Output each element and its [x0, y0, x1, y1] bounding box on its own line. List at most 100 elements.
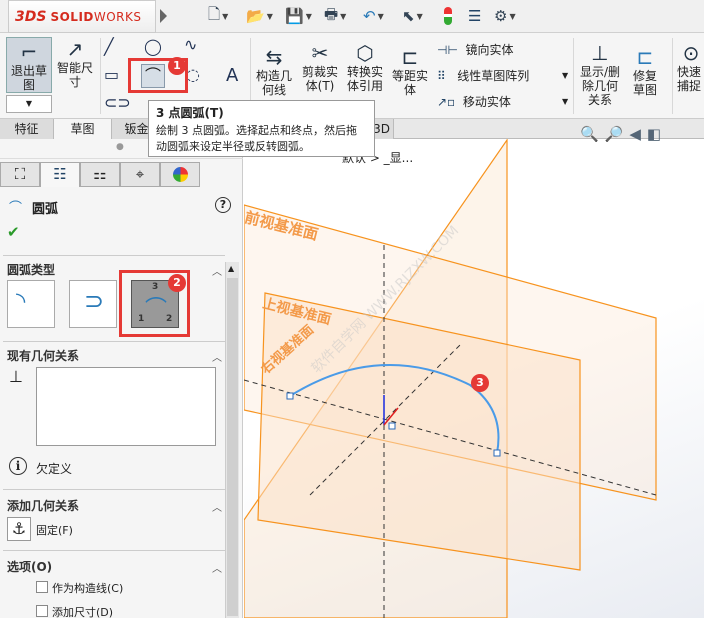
property-list-icon: ☷ [53, 165, 67, 183]
ok-checkmark-button[interactable]: ✔ [7, 223, 20, 241]
tangent-arc-button[interactable]: ⊃ [69, 280, 117, 328]
centerpoint-arc-button[interactable]: ◝ [7, 280, 55, 328]
step-badge-3: 3 [471, 374, 489, 392]
construction-option-label: 作为构造线(C) [52, 582, 124, 595]
property-manager-panel: ● ⛶ ☷ ⚏ ⌖ ⌒ 圆弧 ? ✔ 圆弧类型 ︿ ◝ ⊃ ⌒ 3 1 2 2 … [0, 139, 243, 619]
linear-pattern-button[interactable]: ⠿ 线性草图阵列 [437, 67, 529, 84]
tab-sketch[interactable]: 草图 [54, 119, 112, 139]
section-options[interactable]: 选项(O) [7, 558, 52, 575]
anchor-icon: ⚓ [11, 519, 27, 538]
file-properties-button[interactable]: ☰ [468, 6, 481, 26]
splitter-handle-icon[interactable]: ● [116, 142, 124, 152]
tab-feature-manager[interactable]: ⛶ [0, 162, 40, 187]
construction-checkbox[interactable] [36, 581, 48, 593]
linear-pattern-label: 线性草图阵列 [457, 69, 530, 83]
status-text: 欠定义 [36, 462, 73, 476]
chevron-down-icon[interactable]: ▼ [562, 71, 568, 80]
spline-tool-icon[interactable]: ∿ [184, 35, 197, 54]
new-icon: 🗋 [208, 4, 221, 23]
tab-configuration-manager[interactable]: ⚏ [80, 162, 120, 187]
chevron-down-icon: ▼ [25, 99, 33, 108]
mirror-entities-button[interactable]: ⊣⊢ 镜向实体 [437, 41, 514, 58]
exit-sketch-dropdown[interactable]: ▼ [6, 95, 52, 113]
smart-dimension-button[interactable]: ↗ 智能尺寸 [55, 37, 95, 89]
tooltip: 3 点圆弧(T) 绘制 3 点圆弧。选择起点和终点，然后拖动圆弧来设定半径或反转… [148, 100, 375, 157]
options-button[interactable]: ⚙ ▼ [494, 6, 516, 26]
panel-scrollbar[interactable]: ▲ [225, 262, 239, 618]
section-existing-relations[interactable]: 现有几何关系 [7, 347, 79, 364]
trim-label: 剪裁实体(T) [301, 65, 338, 93]
relation-eye-icon: ⊥ [591, 41, 609, 65]
scroll-up-icon[interactable]: ▲ [228, 264, 234, 273]
scissors-icon: ✂ [311, 41, 329, 65]
rebuild-button[interactable] [444, 6, 452, 26]
slot-tool-icon[interactable]: ⊂⊃ [104, 93, 131, 112]
show-relations-label: 显示/删除几何关系 [579, 65, 621, 107]
line-tool-icon[interactable]: ╱ [104, 37, 114, 56]
zoom-to-fit-icon[interactable]: 🔍 [580, 125, 605, 143]
chevron-down-icon[interactable]: ▼ [562, 97, 568, 106]
tab-display-manager[interactable] [160, 162, 200, 187]
section-view-icon[interactable]: ◧ [647, 125, 667, 143]
expand-menu-icon[interactable] [160, 9, 167, 23]
title-bar: 3DS SOLIDWORKS 🗋 ▼ 📂 ▼ 💾 ▼ 🖶 ▼ ↶ ▼ ⬉ ▼ ☰ ⚙ ▼ [0, 0, 704, 33]
relations-list[interactable] [36, 367, 216, 446]
print-icon: 🖶 [324, 4, 339, 23]
crosshair-icon: ⌖ [135, 165, 145, 183]
fix-relation-button[interactable]: ⚓ [7, 517, 31, 541]
repair-sketch-button[interactable]: ⊏ 修复草图 [628, 45, 662, 97]
collapse-icon[interactable]: ︿ [212, 560, 222, 575]
solidworks-logo[interactable]: 3DS SOLIDWORKS [8, 0, 156, 33]
move-entities-button[interactable]: ↗▫ 移动实体 [437, 93, 511, 110]
offset-entities-button[interactable]: ⊏ 等距实体 [390, 45, 430, 97]
select-button[interactable]: ⬉ ▼ [402, 6, 423, 26]
tab-property-manager[interactable]: ☷ [40, 162, 80, 187]
section-add-relations[interactable]: 添加几何关系 [7, 497, 79, 514]
trim-entities-button[interactable]: ✂ 剪裁实体(T) [300, 41, 340, 93]
mirror-label: 镜向实体 [465, 43, 514, 57]
text-tool-icon[interactable]: A [226, 65, 238, 86]
zoom-area-icon[interactable]: 🔎 [605, 125, 630, 143]
save-button[interactable]: 💾 ▼ [285, 6, 312, 26]
print-button[interactable]: 🖶 ▼ [324, 4, 347, 26]
help-button[interactable]: ? [215, 197, 231, 213]
collapse-icon[interactable]: ︿ [212, 263, 222, 278]
convert-entities-button[interactable]: ⬡ 转换实体引用 [345, 41, 385, 93]
polygon-tool-icon[interactable]: ◌ [186, 65, 200, 84]
gear-icon: ⚙ [494, 7, 508, 25]
scrollbar-thumb[interactable] [227, 278, 238, 616]
add-dimension-checkbox[interactable] [36, 605, 48, 617]
undo-button[interactable]: ↶ ▼ [363, 6, 384, 26]
snap-icon: ⊙ [682, 41, 700, 65]
rectangle-tool-icon[interactable]: ▭ [104, 65, 119, 84]
panel-title: 圆弧 [32, 202, 59, 217]
open-icon: 📂 [246, 7, 265, 25]
move-icon: ↗▫ [437, 95, 456, 109]
traffic-light-icon [444, 7, 452, 25]
previous-view-icon[interactable]: ◀ [629, 125, 647, 143]
chevron-down-icon: ▼ [222, 11, 229, 21]
logo-bold: SOLID [50, 9, 94, 24]
open-button[interactable]: 📂 ▼ [246, 6, 273, 26]
quick-snap-button[interactable]: ⊙ 快速捕捉 [676, 41, 704, 93]
mirror-icon: ⊣⊢ [437, 43, 458, 57]
tab-dimxpert[interactable]: ⌖ [120, 162, 160, 187]
logo-light: WORKS [93, 9, 142, 24]
step-badge-1: 1 [168, 57, 186, 75]
chevron-down-icon: ▼ [377, 11, 384, 21]
chevron-down-icon: ▼ [266, 11, 273, 21]
tab-features[interactable]: 特征 [0, 119, 54, 139]
construction-geometry-button[interactable]: ⇆ 构造几何线 [254, 45, 294, 97]
graphics-viewport[interactable]: 前视基准面 上视基准面 右视基准面 软件自学网 WWW.RJZXW.COM 默认… [243, 125, 704, 618]
move-label: 移动实体 [462, 95, 511, 109]
new-document-button[interactable]: 🗋 ▼ [208, 4, 229, 26]
collapse-icon[interactable]: ︿ [212, 349, 222, 364]
arc-icon: ⌒ [9, 201, 23, 216]
circle-tool-icon[interactable]: ◯ [144, 37, 162, 56]
smart-dimension-icon: ↗ [66, 37, 84, 61]
exit-sketch-button[interactable]: ⌐ 退出草图 [6, 37, 52, 93]
show-delete-relations-button[interactable]: ⊥ 显示/删除几何关系 [578, 41, 622, 107]
collapse-icon[interactable]: ︿ [212, 499, 222, 514]
section-arc-type[interactable]: 圆弧类型 [7, 261, 55, 278]
chevron-down-icon: ▼ [340, 11, 347, 21]
